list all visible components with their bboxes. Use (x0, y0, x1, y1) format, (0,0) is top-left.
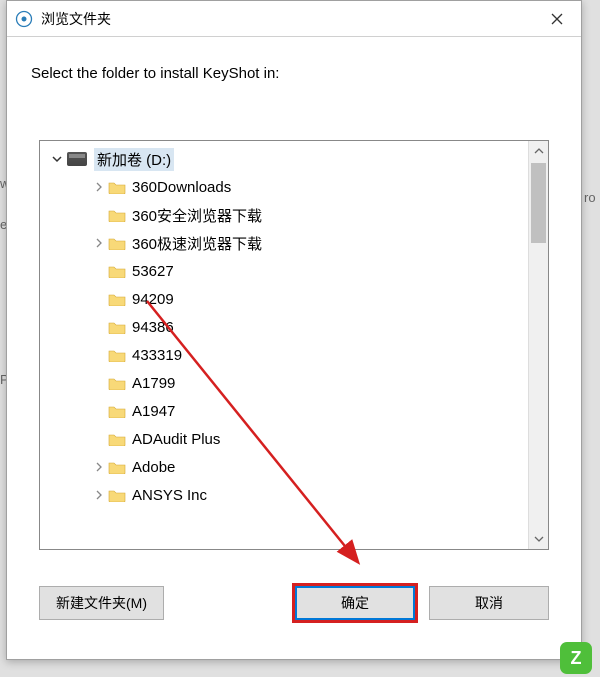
chevron-up-icon (534, 146, 544, 156)
folder-icon (108, 292, 126, 306)
tree-item[interactable]: 360Downloads (40, 173, 528, 201)
tree-item[interactable]: 360安全浏览器下载 (40, 201, 528, 229)
folder-icon (108, 460, 126, 474)
folder-icon (108, 236, 126, 250)
watermark: Z (560, 639, 596, 677)
tree-item-label: Adobe (132, 459, 175, 476)
scroll-down-button[interactable] (529, 529, 548, 549)
tree-item-label: A1799 (132, 375, 175, 392)
instruction-text: Select the folder to install KeyShot in: (7, 37, 581, 92)
cancel-button[interactable]: 取消 (429, 586, 549, 620)
tree-item[interactable]: ANSYS Inc (40, 481, 528, 509)
dialog-title: 浏览文件夹 (41, 9, 533, 29)
chevron-right-icon[interactable] (90, 490, 108, 500)
button-row: 新建文件夹(M) 确定 取消 (7, 568, 581, 638)
chevron-down-icon (534, 534, 544, 544)
tree-item-label: ADAudit Plus (132, 431, 220, 448)
tree-item[interactable]: A1947 (40, 397, 528, 425)
scroll-up-button[interactable] (529, 141, 548, 161)
folder-icon (108, 180, 126, 194)
app-icon (15, 10, 33, 28)
chevron-right-icon[interactable] (90, 238, 108, 248)
folder-icon (108, 432, 126, 446)
tree-item[interactable]: 94386 (40, 313, 528, 341)
chevron-right-icon[interactable] (90, 182, 108, 192)
tree-item[interactable]: 360极速浏览器下载 (40, 229, 528, 257)
tree-item[interactable]: ADAudit Plus (40, 425, 528, 453)
tree-item-label: 433319 (132, 347, 182, 364)
drive-icon (66, 152, 88, 166)
folder-icon (108, 264, 126, 278)
chevron-right-icon[interactable] (90, 462, 108, 472)
folder-icon (108, 376, 126, 390)
tree-item-label: 360极速浏览器下载 (132, 233, 262, 254)
folder-icon (108, 488, 126, 502)
close-button[interactable] (533, 1, 581, 37)
tree-item[interactable]: 53627 (40, 257, 528, 285)
folder-tree-container: 新加卷 (D:) 360Downloads 360安全浏览器下载 360极速浏览… (39, 140, 549, 550)
folder-tree[interactable]: 新加卷 (D:) 360Downloads 360安全浏览器下载 360极速浏览… (40, 141, 528, 549)
tree-item-drive[interactable]: 新加卷 (D:) (40, 145, 528, 173)
tree-item-label: 360安全浏览器下载 (132, 205, 262, 226)
folder-icon (108, 404, 126, 418)
new-folder-button[interactable]: 新建文件夹(M) (39, 586, 164, 620)
tree-item-label: 53627 (132, 263, 174, 280)
folder-browse-dialog: 浏览文件夹 Select the folder to install KeySh… (6, 0, 582, 660)
scrollbar-thumb[interactable] (531, 163, 546, 243)
tree-item-label: 360Downloads (132, 179, 231, 196)
close-icon (551, 13, 563, 25)
edge-sliver-right: ro (584, 190, 600, 205)
chevron-down-icon[interactable] (48, 154, 66, 164)
tree-item[interactable]: Adobe (40, 453, 528, 481)
tree-item[interactable]: 94209 (40, 285, 528, 313)
tree-item-label: 新加卷 (D:) (94, 148, 174, 171)
tree-item[interactable]: A1799 (40, 369, 528, 397)
title-bar: 浏览文件夹 (7, 1, 581, 37)
folder-icon (108, 348, 126, 362)
tree-item-label: A1947 (132, 403, 175, 420)
vertical-scrollbar[interactable] (528, 141, 548, 549)
folder-icon (108, 208, 126, 222)
ok-button[interactable]: 确定 (295, 586, 415, 620)
tree-item-label: 94209 (132, 291, 174, 308)
watermark-badge-icon: Z (560, 642, 592, 674)
tree-item-label: 94386 (132, 319, 174, 336)
tree-item-label: ANSYS Inc (132, 487, 207, 504)
folder-icon (108, 320, 126, 334)
tree-item[interactable]: 433319 (40, 341, 528, 369)
